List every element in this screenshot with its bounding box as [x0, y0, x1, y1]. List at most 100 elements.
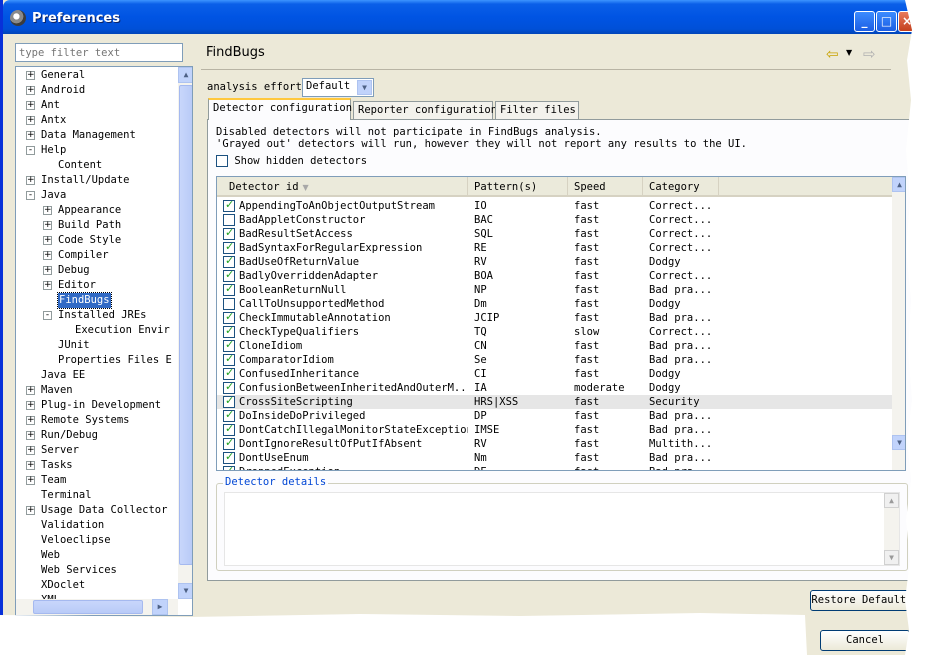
expand-icon[interactable]: +	[43, 236, 52, 245]
detector-checkbox[interactable]	[223, 436, 235, 450]
table-row[interactable]: BadlyOverriddenAdapter BOA fast Correct...	[217, 268, 892, 283]
chevron-down-icon[interactable]: ▼	[357, 80, 372, 95]
cancel-button[interactable]: Cancel	[820, 630, 910, 651]
tab-filter-files[interactable]: Filter files	[495, 101, 579, 119]
table-row[interactable]: CloneIdiom CN fast Bad pra...	[217, 338, 892, 353]
table-row[interactable]: DontCatchIllegalMonitorStateException IMS…	[217, 422, 892, 437]
detector-checkbox[interactable]	[223, 324, 235, 338]
expand-icon[interactable]: +	[43, 281, 52, 290]
scroll-thumb[interactable]	[33, 600, 143, 614]
table-vertical-scrollbar[interactable]: ▲ ▼	[892, 177, 905, 470]
expand-icon[interactable]: +	[26, 446, 35, 455]
detector-checkbox[interactable]	[223, 380, 235, 394]
detector-checkbox[interactable]	[223, 394, 235, 408]
detector-checkbox[interactable]	[223, 198, 235, 212]
detector-checkbox[interactable]	[223, 298, 235, 310]
detector-checkbox[interactable]	[223, 254, 235, 268]
expand-icon[interactable]: +	[43, 206, 52, 215]
detector-checkbox[interactable]	[223, 282, 235, 296]
tab-reporter-configuration[interactable]: Reporter configuration	[353, 101, 497, 119]
expand-icon[interactable]: +	[26, 131, 35, 140]
scroll-down-icon[interactable]: ▼	[884, 550, 899, 565]
detector-checkbox[interactable]	[223, 310, 235, 324]
table-row[interactable]: AppendingToAnObjectOutputStream IO fast Cor…	[217, 198, 892, 213]
column-header-category[interactable]: Category	[643, 177, 719, 197]
table-row[interactable]: DroppedException DE fast Bad pra...	[217, 464, 892, 470]
table-row[interactable]: DoInsideDoPrivileged DP fast Bad pra...	[217, 408, 892, 423]
tree-horizontal-scrollbar[interactable]: ▶	[16, 599, 178, 615]
minimize-button[interactable]: _	[854, 11, 875, 32]
back-arrow-icon[interactable]: ⇦	[826, 45, 839, 63]
column-header-patterns[interactable]: Pattern(s)	[468, 177, 568, 197]
expand-icon[interactable]: +	[26, 506, 35, 515]
expand-icon[interactable]: +	[26, 116, 35, 125]
restore-defaults-button[interactable]: Restore Defaults	[810, 590, 914, 611]
details-scrollbar[interactable]: ▲ ▼	[884, 493, 899, 565]
detector-checkbox[interactable]	[223, 240, 235, 254]
expand-icon[interactable]: +	[43, 266, 52, 275]
detector-checkbox[interactable]	[223, 408, 235, 422]
collapse-icon[interactable]: -	[43, 311, 52, 320]
table-row[interactable]: ConfusedInheritance CI fast Dodgy	[217, 366, 892, 381]
forward-arrow-icon[interactable]: ⇨	[863, 45, 876, 63]
table-row[interactable]: BadAppletConstructor BAC fast Correct...	[217, 213, 892, 227]
expand-icon[interactable]: +	[26, 431, 35, 440]
show-hidden-checkbox[interactable]: Show hidden detectors	[216, 155, 367, 167]
collapse-icon[interactable]: -	[26, 146, 35, 155]
detector-checkbox[interactable]	[223, 422, 235, 436]
expand-icon[interactable]: +	[26, 476, 35, 485]
table-row[interactable]: BadUseOfReturnValue RV fast Dodgy	[217, 254, 892, 269]
close-button[interactable]: ×	[898, 11, 916, 32]
maximize-button[interactable]: □	[876, 11, 897, 32]
detector-checkbox[interactable]	[223, 214, 235, 226]
expand-icon[interactable]: +	[43, 221, 52, 230]
table-row[interactable]: BadResultSetAccess SQL fast Correct...	[217, 226, 892, 241]
detector-checkbox[interactable]	[223, 226, 235, 240]
expand-icon[interactable]: +	[26, 71, 35, 80]
table-row[interactable]: ConfusionBetweenInheritedAndOuterM... IA m…	[217, 380, 892, 395]
table-row[interactable]: BadSyntaxForRegularExpression RE fast Corre…	[217, 240, 892, 255]
scroll-up-icon[interactable]: ▲	[884, 493, 899, 508]
column-header-speed[interactable]: Speed	[568, 177, 643, 197]
filter-input[interactable]	[15, 43, 183, 62]
table-row[interactable]: DontUseEnum Nm fast Bad pra...	[217, 450, 892, 465]
table-header: Detector id ▼ Pattern(s) Speed Category	[217, 177, 892, 197]
expand-icon[interactable]: +	[43, 251, 52, 260]
tab-detector-configuration[interactable]: Detector configuration	[208, 98, 352, 120]
table-row[interactable]: BooleanReturnNull NP fast Bad pra...	[217, 282, 892, 297]
expand-icon[interactable]: +	[26, 86, 35, 95]
scroll-right-icon[interactable]: ▶	[152, 599, 168, 615]
title-bar[interactable]: Preferences _ □ ×	[3, 0, 916, 34]
detector-checkbox[interactable]	[223, 352, 235, 366]
table-row[interactable]: CrossSiteScripting HRS|XSS fast Security	[217, 394, 892, 409]
effort-select[interactable]: Default ▼	[302, 78, 374, 97]
tree-vertical-scrollbar[interactable]: ▲ ▼	[178, 67, 192, 599]
table-row[interactable]: CheckImmutableAnnotation JCIP fast Bad pra.…	[217, 310, 892, 325]
back-dropdown-icon[interactable]: ▼	[846, 48, 852, 57]
column-header-detector-id[interactable]: Detector id ▼	[217, 177, 468, 197]
expand-icon[interactable]: +	[26, 386, 35, 395]
expand-icon[interactable]: +	[26, 461, 35, 470]
detector-details-text[interactable]: ▲ ▼	[224, 492, 900, 566]
scroll-down-icon[interactable]: ▼	[892, 435, 905, 450]
detector-checkbox[interactable]	[223, 338, 235, 352]
detector-checkbox[interactable]	[223, 366, 235, 380]
table-row[interactable]: DontIgnoreResultOfPutIfAbsent RV fast Multi…	[217, 436, 892, 451]
expand-icon[interactable]: +	[26, 401, 35, 410]
collapse-icon[interactable]: -	[26, 191, 35, 200]
checkbox[interactable]	[216, 155, 228, 167]
detector-checkbox[interactable]	[223, 268, 235, 282]
detector-checkbox[interactable]	[223, 464, 235, 470]
expand-icon[interactable]: +	[26, 416, 35, 425]
detector-checkbox[interactable]	[223, 450, 235, 464]
scroll-up-icon[interactable]: ▲	[892, 177, 905, 192]
cell-speed: fast	[574, 242, 600, 254]
table-row[interactable]: CheckTypeQualifiers TQ slow Correct...	[217, 324, 892, 339]
scroll-down-icon[interactable]: ▼	[178, 583, 192, 599]
scroll-up-icon[interactable]: ▲	[178, 67, 192, 83]
scroll-thumb[interactable]	[179, 85, 192, 565]
table-row[interactable]: CallToUnsupportedMethod Dm fast Dodgy	[217, 297, 892, 311]
expand-icon[interactable]: +	[26, 176, 35, 185]
expand-icon[interactable]: +	[26, 101, 35, 110]
table-row[interactable]: ComparatorIdiom Se fast Bad pra...	[217, 352, 892, 367]
